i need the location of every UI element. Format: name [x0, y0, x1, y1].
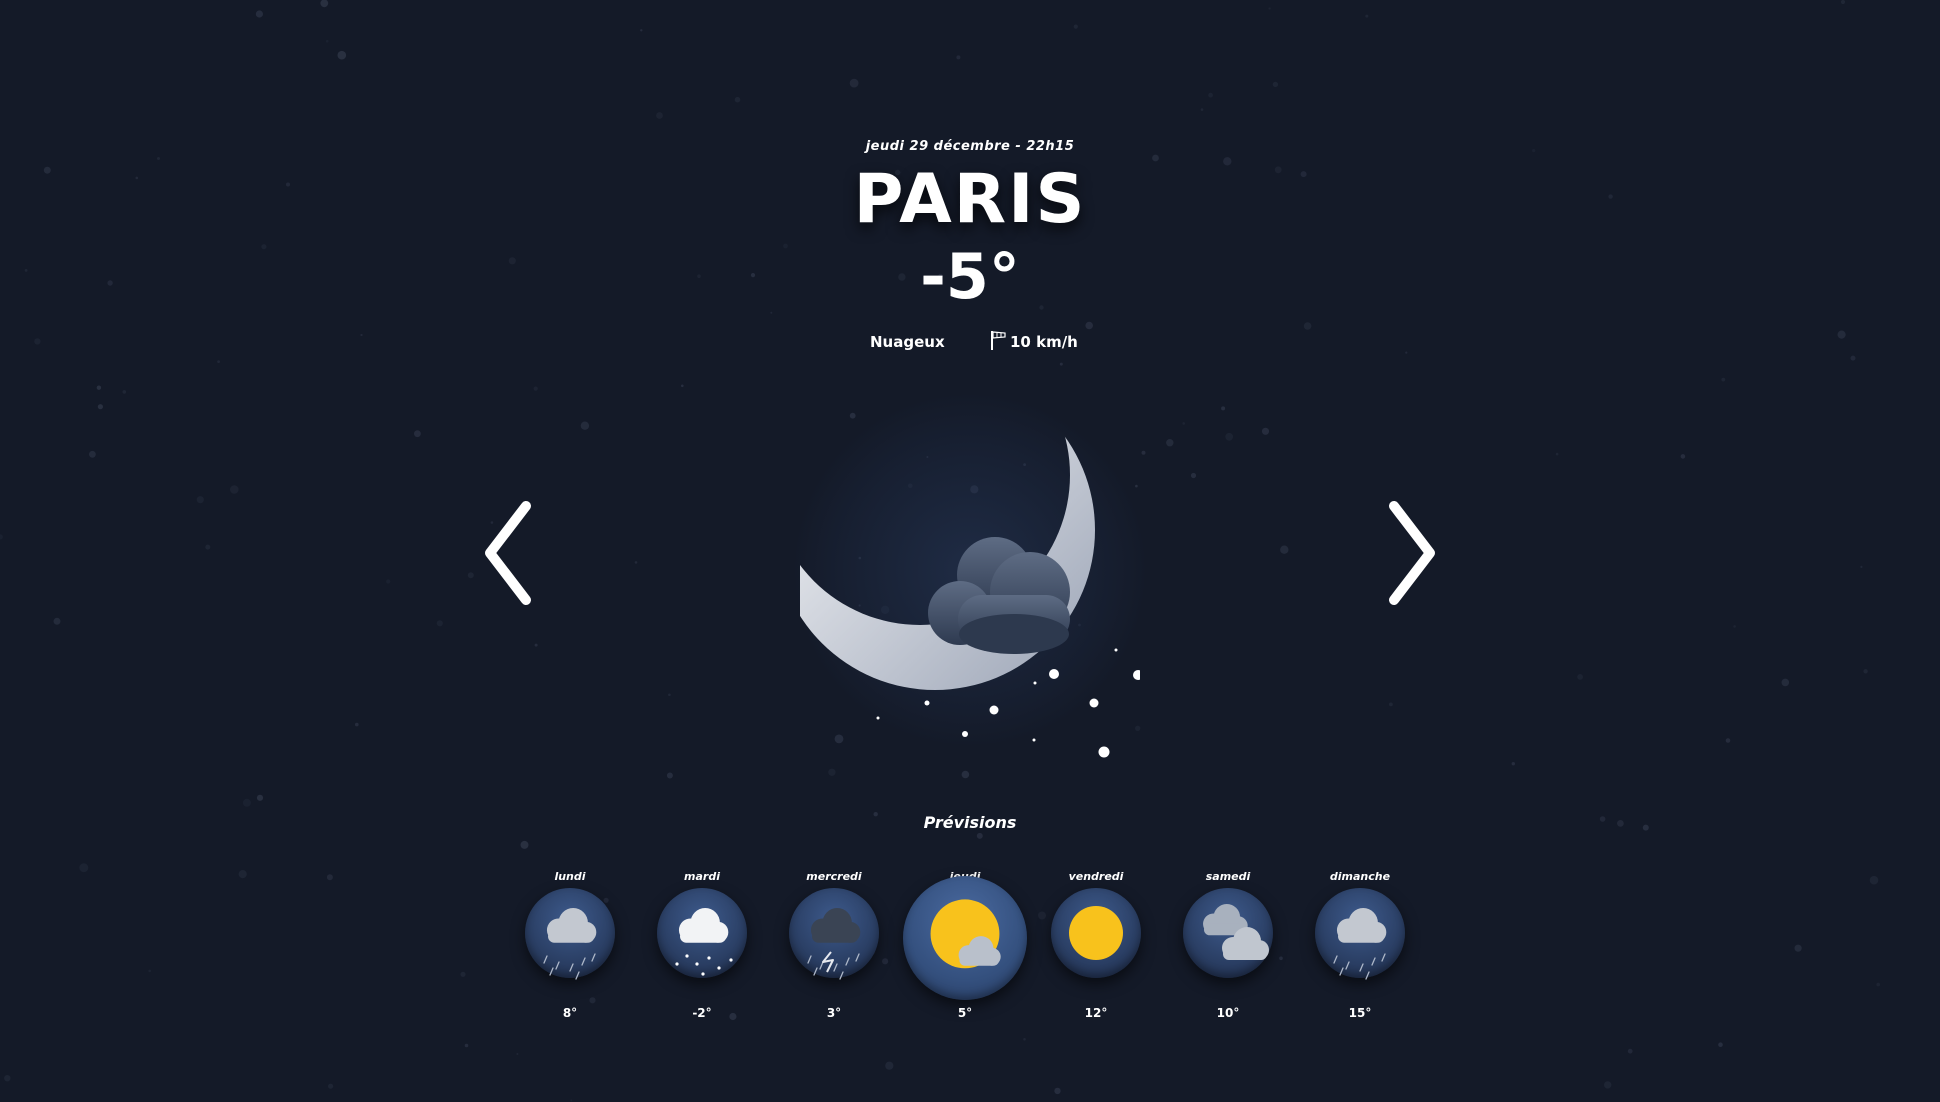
wind-speed: 10 km/h — [1010, 333, 1078, 351]
forecast-day-vendredi[interactable]: vendredi 12° — [1031, 870, 1161, 1020]
forecast-day-temp: 10° — [1216, 1006, 1240, 1020]
forecast-day-temp: -2° — [692, 1006, 712, 1020]
forecast-day-label: vendredi — [1068, 870, 1124, 883]
forecast-day-label: samedi — [1205, 870, 1251, 883]
forecast-day-dimanche[interactable]: dimanche 15° — [1295, 870, 1425, 1020]
forecast-day-circle — [789, 888, 879, 980]
forecast-day-temp: 15° — [1348, 1006, 1372, 1020]
forecast-day-temp: 3° — [826, 1006, 842, 1020]
forecast-day-mercredi[interactable]: mercredi 3° — [769, 870, 899, 1020]
forecast-day-circle — [1051, 888, 1141, 978]
forecast-title: Prévisions — [923, 813, 1017, 832]
forecast-day-circle — [657, 888, 747, 978]
sun-cloud-icon — [930, 899, 1001, 969]
cloud-snow-icon — [675, 908, 733, 976]
forecast-day-temp: 8° — [562, 1006, 578, 1020]
forecast-day-temp: 5° — [957, 1006, 973, 1020]
forecast-day-mardi[interactable]: mardi -2° — [637, 870, 767, 1020]
condition-label: Nuageux — [870, 333, 945, 351]
forecast-day-circle — [1315, 888, 1405, 980]
forecast-day-lundi[interactable]: lundi 8° — [505, 870, 635, 1020]
clouds-icon — [1203, 903, 1269, 960]
wind-info: 10 km/h — [990, 331, 1078, 351]
forecast-day-label: mercredi — [806, 870, 862, 883]
forecast-day-circle — [903, 876, 1027, 1000]
moon-cloud-snow-icon — [800, 420, 1140, 758]
forecast-day-circle — [1183, 888, 1273, 978]
wind-flag-icon — [991, 331, 1006, 350]
forecast-day-jeudi[interactable]: jeudi 5° — [900, 870, 1030, 1020]
forecast-day-circle — [525, 888, 615, 980]
cloud-rain-icon — [543, 908, 597, 980]
forecast-day-label: lundi — [554, 870, 586, 883]
sun-icon — [1069, 906, 1123, 960]
forecast-day-temp: 12° — [1084, 1006, 1108, 1020]
previous-arrow-button[interactable] — [478, 498, 538, 608]
forecast-day-label: mardi — [684, 870, 720, 883]
forecast-day-label: dimanche — [1329, 870, 1391, 883]
current-date: jeudi 29 décembre - 22h15 — [865, 139, 1075, 154]
cloud-storm-icon — [807, 908, 861, 980]
forecast-day-samedi[interactable]: samedi 10° — [1163, 870, 1293, 1020]
next-arrow-button[interactable] — [1382, 498, 1442, 608]
cloud-rain-icon — [1333, 908, 1387, 980]
city-name: PARIS — [853, 160, 1087, 239]
current-temperature: -5° — [920, 240, 1020, 313]
